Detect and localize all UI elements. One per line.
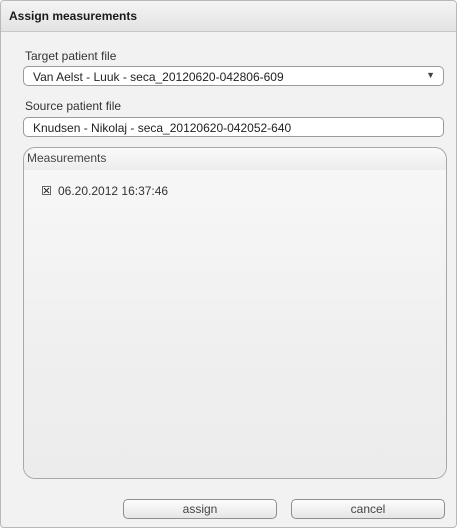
measurements-list [24, 170, 446, 478]
measurements-panel: Measurements 06.20.2012 16:37:46 [23, 147, 447, 479]
cancel-button[interactable]: cancel [291, 499, 445, 519]
dialog-titlebar: Assign measurements [1, 1, 456, 32]
source-patient-label: Source patient file [25, 99, 122, 113]
source-patient-field: Knudsen - Nikolaj - seca_20120620-042052… [23, 117, 444, 137]
target-patient-select[interactable]: Van Aelst - Luuk - seca_20120620-042806-… [23, 66, 444, 86]
dialog-title: Assign measurements [9, 9, 138, 23]
source-patient-value: Knudsen - Nikolaj - seca_20120620-042052… [33, 121, 292, 135]
assign-button[interactable]: assign [123, 499, 277, 519]
measurement-checkbox[interactable] [42, 186, 51, 195]
measurement-item-label: 06.20.2012 16:37:46 [58, 184, 169, 198]
assign-measurements-dialog: Assign measurements Target patient file … [0, 0, 457, 528]
measurements-label: Measurements [27, 151, 107, 165]
target-patient-label: Target patient file [25, 49, 117, 63]
check-x-icon [43, 187, 50, 194]
target-patient-value: Van Aelst - Luuk - seca_20120620-042806-… [33, 70, 284, 84]
chevron-down-icon[interactable]: ▼ [426, 70, 435, 80]
measurements-header: Measurements [24, 148, 446, 171]
